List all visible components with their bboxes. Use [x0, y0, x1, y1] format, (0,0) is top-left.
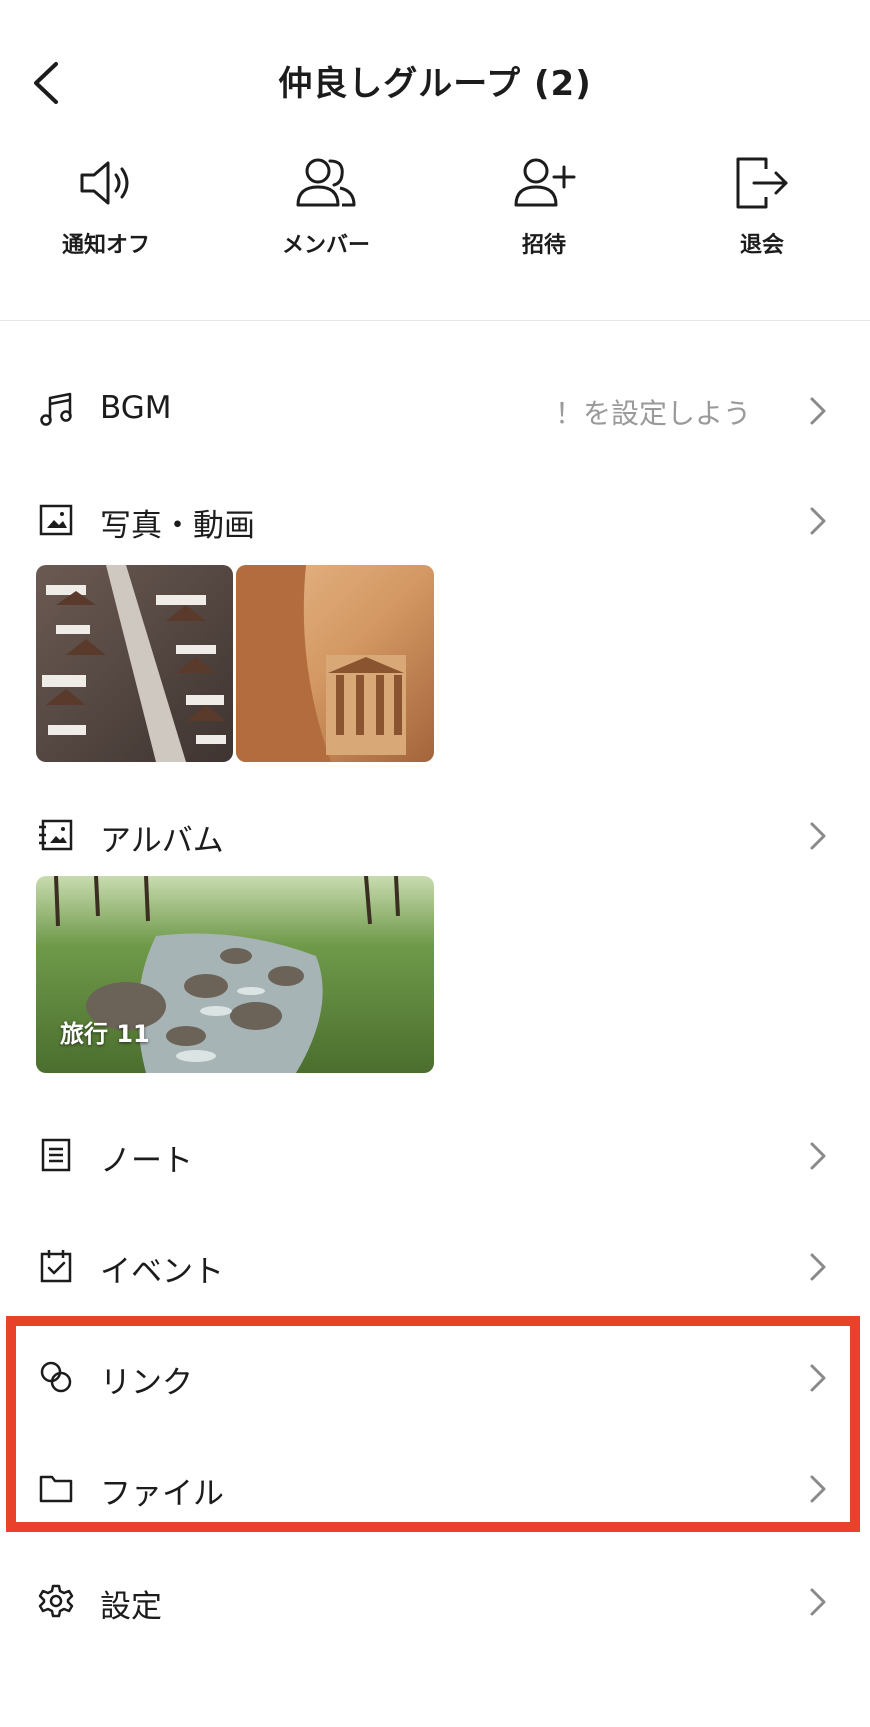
photo-thumbnail-petra[interactable] [236, 565, 434, 762]
page-title: 仲良しグループ (2) [278, 64, 592, 104]
add-person-icon [514, 158, 576, 207]
chevron-right-icon [810, 822, 826, 850]
chevron-right-icon [810, 397, 826, 425]
invite-label: 招待 [521, 233, 566, 258]
chevron-right-icon [810, 1142, 826, 1170]
album-icon [39, 819, 73, 851]
leave-button[interactable]: 退会 [692, 155, 832, 259]
photos-label: 写真・動画 [100, 508, 255, 544]
music-note-icon [40, 392, 72, 426]
chevron-right-icon [810, 507, 826, 535]
invite-button[interactable]: 招待 [474, 155, 614, 259]
chevron-right-icon [810, 1588, 826, 1616]
members-icon [296, 158, 356, 207]
photo-icon [39, 504, 73, 536]
gear-icon [38, 1584, 74, 1618]
bgm-subtitle: を設定しよう！ [555, 397, 752, 430]
menu-item-event[interactable]: イベント [0, 1236, 870, 1296]
menu-item-album[interactable]: アルバム [0, 805, 870, 865]
menu-item-note[interactable]: ノート [0, 1125, 870, 1185]
menu-item-photos[interactable]: 写真・動画 [0, 490, 870, 550]
calendar-check-icon [40, 1250, 72, 1283]
divider [0, 320, 870, 321]
bgm-label: BGM [100, 390, 172, 426]
event-label: イベント [100, 1254, 224, 1290]
action-bar: 通知オフ メンバー 招待 退会 [0, 155, 870, 275]
members-label: メンバー [281, 233, 370, 258]
speaker-icon [80, 161, 129, 205]
mute-notifications-button[interactable]: 通知オフ [36, 155, 176, 259]
photo-thumbnail-village[interactable] [36, 565, 233, 762]
album-label: アルバム [100, 823, 224, 859]
album-thumbnail-stream[interactable]: 旅行 11 [36, 876, 434, 1073]
mute-label: 通知オフ [61, 233, 150, 258]
members-button[interactable]: メンバー [256, 155, 396, 259]
menu-item-bgm[interactable]: BGM を設定しよう！ [0, 380, 870, 440]
settings-label: 設定 [100, 1589, 162, 1625]
chevron-right-icon [810, 1253, 826, 1281]
exit-icon [736, 157, 788, 209]
leave-label: 退会 [739, 233, 784, 258]
album-item-label: 旅行 11 [60, 1020, 150, 1048]
note-label: ノート [100, 1143, 193, 1179]
note-icon [41, 1138, 71, 1172]
menu-item-settings[interactable]: 設定 [0, 1571, 870, 1631]
header: 仲良しグループ (2) [0, 0, 870, 160]
highlight-annotation-box [6, 1316, 860, 1532]
